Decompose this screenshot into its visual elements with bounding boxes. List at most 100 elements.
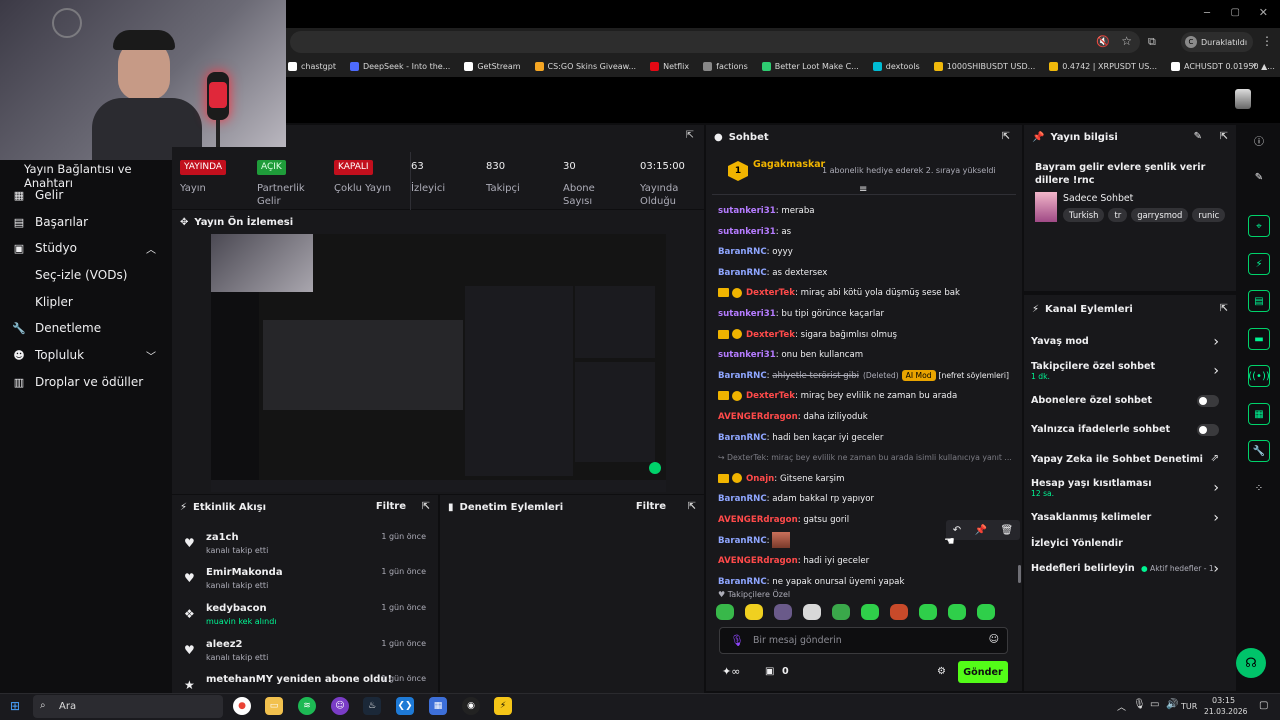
emote-icon[interactable] — [803, 604, 821, 620]
bookmark-item[interactable]: DeepSeek - Into the... — [349, 62, 450, 71]
tag[interactable]: Turkish — [1063, 208, 1105, 222]
user-avatar[interactable] — [1235, 89, 1251, 109]
chat-username[interactable]: Onajn — [746, 474, 774, 484]
sidebar-item-clips[interactable]: Klipler — [0, 289, 172, 315]
bookmark-item[interactable]: CS:GO Skins Giveaw... — [534, 62, 636, 71]
sidebar-item-vods[interactable]: Seç-izle (VODs) — [0, 262, 172, 288]
chat-message[interactable]: BaranRNC: hadi ben kaçar iyi geceler — [718, 429, 1018, 447]
clock-time[interactable]: 03:15 — [1212, 696, 1235, 705]
info-icon[interactable]: ⓘ — [1248, 129, 1270, 151]
sidebar-item-drops[interactable]: ▥ Droplar ve ödüller — [0, 369, 172, 395]
sidebar-item-community[interactable]: ☻ Topluluk ﹀ — [0, 342, 172, 368]
pinned-user[interactable]: Gagakmaskar — [753, 159, 825, 170]
chat-username[interactable]: BaranRNC — [718, 536, 767, 546]
emote-icon[interactable] — [890, 604, 908, 620]
chat-username[interactable]: sutankeri31 — [718, 227, 776, 237]
broadcast-icon[interactable]: ((•)) — [1248, 365, 1270, 387]
chat-message[interactable]: BaranRNC: ne yapak onursal üyemi yapak — [718, 573, 1018, 591]
chat-username[interactable]: BaranRNC — [718, 268, 767, 278]
bookmark-item[interactable]: 0.4742 | XRPUSDT US... — [1049, 62, 1157, 71]
microphone-icon[interactable]: 🎙 — [730, 634, 744, 647]
channel-points-icon[interactable]: ✦∞ — [722, 665, 740, 678]
chat-username[interactable]: AVENGERdragon — [718, 515, 798, 525]
emote-icon[interactable] — [832, 604, 850, 620]
chat-message[interactable]: BaranRNC: oyyy — [718, 243, 1018, 261]
taskbar-search[interactable]: ⌕ Ara — [33, 695, 223, 718]
chrome-icon[interactable]: ● — [233, 697, 251, 715]
mic-tray-icon[interactable]: 🎙 — [1133, 699, 1146, 710]
browser-menu-icon[interactable]: ⋮ — [1261, 34, 1273, 48]
chat-username[interactable]: BaranRNC — [718, 494, 767, 504]
layout-icon[interactable]: ▦ — [1248, 403, 1270, 425]
app-icon[interactable]: ⚡ — [494, 697, 512, 715]
chat-message[interactable]: BaranRNC: adam bakkal rp yapıyor — [718, 490, 1018, 508]
chat-message[interactable]: DexterTek: miraç bey evlilik ne zaman bu… — [718, 387, 1018, 405]
notifications-icon[interactable]: ▢ — [1259, 700, 1268, 711]
chat-username[interactable]: sutankeri31 — [718, 309, 776, 319]
chat-username[interactable]: sutankeri31 — [718, 206, 776, 216]
tray-chevron-icon[interactable]: ︿ — [1117, 700, 1126, 713]
emote-icon[interactable] — [716, 604, 734, 620]
chat-username[interactable]: BaranRNC — [718, 577, 767, 587]
chat-username[interactable]: DexterTek — [746, 391, 795, 401]
tag[interactable]: garrysmod — [1131, 208, 1189, 222]
popout-icon[interactable]: ⇱ — [686, 130, 694, 141]
maximize-icon[interactable]: ▢ — [1231, 7, 1240, 18]
bookmark-item[interactable]: factions — [703, 62, 748, 71]
subscribers-only-toggle[interactable] — [1197, 395, 1219, 407]
focus-icon[interactable]: ⌖ — [1248, 215, 1270, 237]
emote-icon[interactable] — [861, 604, 879, 620]
category-thumbnail[interactable] — [1035, 192, 1057, 222]
goals-row[interactable]: Hedefleri belirleyin ● Aktif hedefler - 1… — [1031, 561, 1231, 577]
bookmarks-more-icon[interactable]: » — [1251, 60, 1257, 71]
delete-icon[interactable]: 🗑 — [1001, 525, 1014, 536]
list-item[interactable]: ★ metehanMY yeniden abone oldu! 1 gün önce — [176, 674, 432, 692]
edit-pencil-icon[interactable]: ✎ — [1194, 131, 1202, 142]
quick-action-icon[interactable]: ⚡ — [1248, 253, 1270, 275]
chat-username[interactable]: DexterTek — [746, 330, 795, 340]
obs-icon[interactable]: ◉ — [462, 697, 480, 715]
chat-username[interactable]: BaranRNC — [718, 433, 767, 443]
emote-icon[interactable] — [977, 604, 995, 620]
bookmark-item[interactable]: GetStream — [464, 62, 521, 71]
bookmark-item[interactable]: dextools — [872, 62, 920, 71]
file-explorer-icon[interactable]: ▭ — [265, 697, 283, 715]
chat-message[interactable]: sutankeri31: meraba — [718, 202, 1018, 220]
ai-moderation-row[interactable]: Yapay Zeka ile Sohbet Denetimi ⇗ — [1031, 453, 1231, 465]
chat-message[interactable]: AVENGERdragon: daha iziliyoduk — [718, 408, 1018, 426]
windows-start-icon[interactable]: ⊞ — [10, 699, 20, 713]
emote-icon[interactable] — [745, 604, 763, 620]
chat-message[interactable]: AVENGERdragon: hadi iyi geceler — [718, 552, 1018, 570]
emote-only-row[interactable]: Yalnızca ifadelerle sohbet — [1031, 424, 1231, 436]
collapse-icon[interactable]: ≡ — [859, 184, 867, 195]
list-item[interactable]: ♥ aleez2 kanalı takip etti 1 gün önce — [176, 639, 432, 675]
extensions-icon[interactable]: ⧉ — [1148, 35, 1156, 49]
chat-message[interactable]: ↪ DexterTek: miraç bey evlilik ne zaman … — [718, 449, 1018, 467]
sidebar-item-achievements[interactable]: ▤ Başarılar — [0, 209, 172, 235]
minimize-icon[interactable]: ─ — [1204, 8, 1210, 19]
chat-message[interactable]: BaranRNC: ahlyetle terörist gibi (Deleted… — [718, 367, 1018, 385]
sidebar-item-revenue[interactable]: ▦ Gelir — [0, 182, 172, 208]
chat-input[interactable]: 🎙 Bir mesaj gönderin ☺ — [719, 627, 1008, 654]
list-item[interactable]: ♥ EmirMakonda kanalı takip etti 1 gün önce — [176, 567, 432, 603]
chat-message[interactable]: BaranRNC: as dextersex — [718, 264, 1018, 282]
emote-only-toggle[interactable] — [1197, 424, 1219, 436]
emote-icon[interactable] — [774, 604, 792, 620]
chat-username[interactable]: AVENGERdragon — [718, 556, 798, 566]
clipboard-icon[interactable]: ▤ — [1248, 290, 1270, 312]
banned-words-row[interactable]: Yasaklanmış kelimeler › — [1031, 510, 1231, 526]
popout-icon[interactable]: ⇱ — [1220, 131, 1228, 142]
profile-chip[interactable]: C Duraklatıldı — [1181, 32, 1253, 52]
url-field[interactable]: 🔇 ☆ — [290, 31, 1140, 53]
tag[interactable]: tr — [1108, 208, 1128, 222]
language-indicator[interactable]: TUR — [1181, 702, 1197, 711]
sidebar-item-moderation[interactable]: 🔧 Denetleme — [0, 315, 172, 341]
chat-username[interactable]: AVENGERdragon — [718, 412, 798, 422]
chat-scrollbar[interactable] — [1018, 565, 1021, 583]
chat-username[interactable]: BaranRNC — [718, 371, 767, 381]
chat-username[interactable]: sutankeri31 — [718, 350, 776, 360]
network-icon[interactable]: ▭ — [1150, 699, 1159, 710]
pin-icon[interactable]: 📌 — [975, 525, 987, 536]
close-window-icon[interactable]: ✕ — [1259, 6, 1268, 19]
chat-message[interactable]: DexterTek: sigara bağımlısı olmuş — [718, 326, 1018, 344]
